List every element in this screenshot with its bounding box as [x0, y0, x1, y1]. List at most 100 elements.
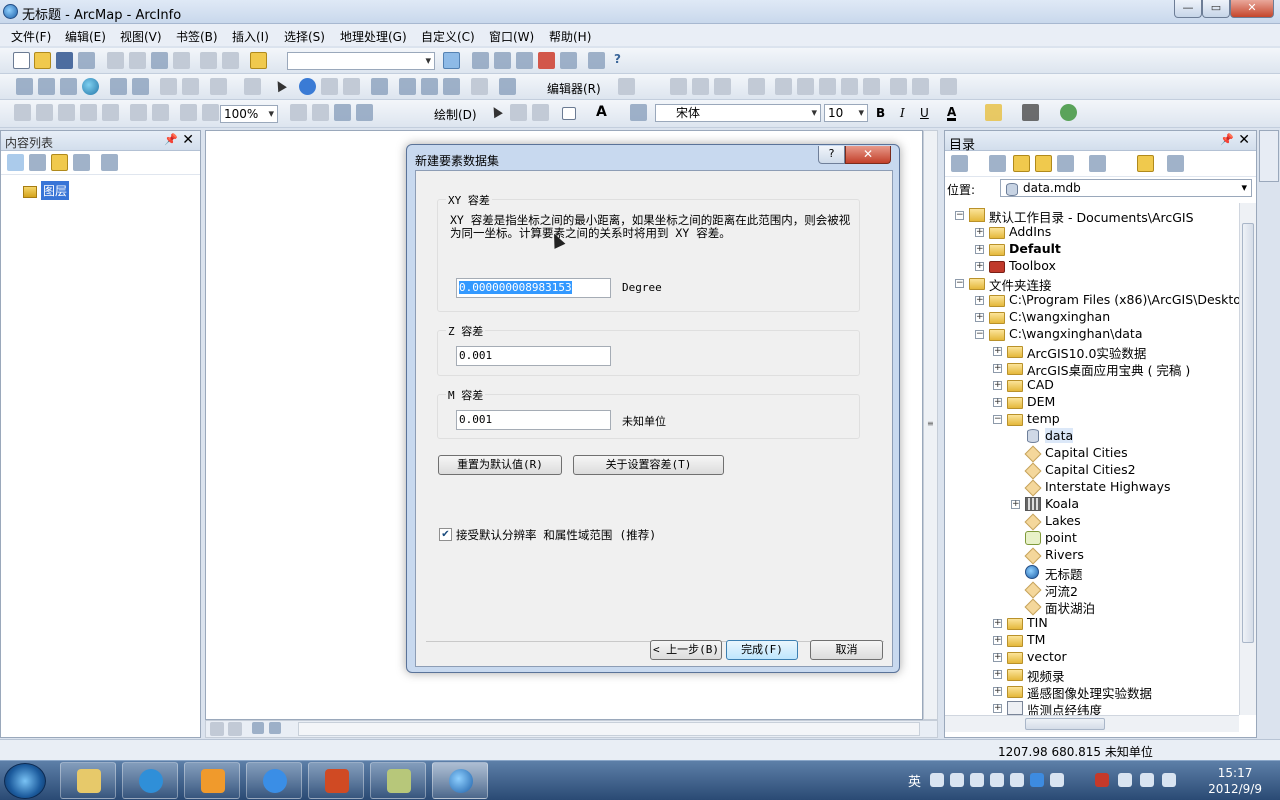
catalog-hscroll-thumb[interactable] — [1025, 718, 1105, 730]
punctuation-icon[interactable] — [950, 773, 964, 787]
select-features-icon[interactable] — [210, 78, 227, 95]
toggle-draft-mode-icon[interactable] — [290, 104, 307, 121]
fixed-zoom-out-layout-icon[interactable] — [152, 104, 169, 121]
back-button[interactable]: < 上一步(B) — [650, 640, 722, 660]
previous-extent-icon[interactable] — [180, 104, 197, 121]
map-scale-combo[interactable] — [287, 52, 435, 70]
cancel-button[interactable]: 取消 — [810, 640, 883, 660]
back-icon[interactable] — [951, 155, 968, 172]
straight-segment-icon[interactable] — [670, 78, 687, 95]
attributes-icon[interactable] — [890, 78, 907, 95]
whats-this-icon[interactable]: ? — [614, 52, 631, 69]
rectangle-icon[interactable] — [562, 107, 576, 120]
z-tolerance-input[interactable]: 0.001 — [456, 346, 611, 366]
expand-icon[interactable]: + — [1011, 500, 1020, 509]
paste-icon[interactable] — [151, 52, 168, 69]
expand-icon[interactable]: + — [975, 228, 984, 237]
modelbuilder-icon[interactable] — [588, 52, 605, 69]
find-icon[interactable] — [399, 78, 416, 95]
copy-icon[interactable] — [129, 52, 146, 69]
split-icon[interactable] — [841, 78, 858, 95]
expand-icon[interactable]: + — [993, 653, 1002, 662]
full-extent-icon[interactable] — [82, 78, 99, 95]
menu-help[interactable]: 帮助(H) — [549, 28, 591, 45]
catalog-horizontal-scrollbar[interactable] — [945, 715, 1239, 732]
select-elements-draw-icon[interactable] — [488, 104, 505, 121]
menu-windows[interactable]: 窗口(W) — [489, 28, 534, 45]
close-window-button[interactable]: ✕ — [1230, 0, 1274, 18]
hyperlink-icon[interactable] — [321, 78, 338, 95]
location-combo[interactable]: data.mdb — [1000, 179, 1252, 197]
taskbar-media[interactable] — [184, 762, 240, 799]
toggle-contents-icon[interactable] — [1167, 155, 1184, 172]
expand-icon[interactable]: + — [993, 670, 1002, 679]
taskbar-arcmap[interactable] — [432, 762, 488, 799]
settings-icon[interactable] — [1050, 773, 1064, 787]
moon-icon[interactable] — [930, 773, 944, 787]
map-horizontal-scrollbar[interactable] — [298, 722, 920, 736]
device-icon[interactable] — [1118, 773, 1132, 787]
expand-icon[interactable]: + — [975, 245, 984, 254]
font-size-combo[interactable]: 10 — [824, 104, 868, 122]
arctoolbox-icon[interactable] — [538, 52, 555, 69]
catalog-vscroll-thumb[interactable] — [1242, 223, 1254, 643]
fixed-zoom-out-icon[interactable] — [132, 78, 149, 95]
reset-defaults-button[interactable]: 重置为默认值(R) — [438, 455, 562, 475]
user-icon[interactable] — [990, 773, 1004, 787]
zoom-out-icon[interactable] — [38, 78, 55, 95]
finish-button[interactable]: 完成(F) — [726, 640, 798, 660]
zoom-percent-combo[interactable]: 100% — [220, 105, 278, 123]
toc-pin-icon[interactable]: 📌 — [164, 133, 178, 146]
input-language[interactable]: 英 — [908, 771, 921, 790]
pan-icon[interactable] — [60, 78, 77, 95]
menu-insert[interactable]: 插入(I) — [232, 28, 269, 45]
expand-icon[interactable]: + — [993, 364, 1002, 373]
identify-icon[interactable] — [299, 78, 316, 95]
cut-polygons-icon[interactable] — [819, 78, 836, 95]
taskbar-powerpoint[interactable] — [308, 762, 364, 799]
start-button[interactable] — [4, 763, 46, 799]
undo-icon[interactable] — [200, 52, 217, 69]
menu-view[interactable]: 视图(V) — [120, 28, 162, 45]
add-data-icon[interactable] — [250, 52, 267, 69]
go-forward-icon[interactable] — [182, 78, 199, 95]
rotate-element-icon[interactable] — [510, 104, 527, 121]
select-elements-icon[interactable] — [272, 78, 289, 95]
pause-drawing-icon[interactable] — [269, 722, 281, 734]
go-back-icon[interactable] — [160, 78, 177, 95]
zoom-whole-page-icon[interactable] — [80, 104, 97, 121]
italic-button[interactable]: I — [900, 106, 905, 120]
new-document-icon[interactable] — [13, 52, 30, 69]
clear-selection-icon[interactable] — [244, 78, 261, 95]
accept-defaults-checkbox[interactable]: ✔ — [439, 528, 452, 541]
xy-tolerance-input[interactable]: 0.000000008983153 — [456, 278, 611, 298]
bold-button[interactable]: B — [876, 106, 885, 120]
text-tool-icon[interactable]: A — [596, 104, 607, 120]
rotate-icon[interactable] — [863, 78, 880, 95]
views-icon[interactable] — [1089, 155, 1106, 172]
trace-icon[interactable] — [714, 78, 731, 95]
fill-color-icon[interactable] — [985, 104, 1002, 121]
taskbar-explorer[interactable] — [60, 762, 116, 799]
network-icon[interactable] — [1140, 773, 1154, 787]
catalog-vertical-scrollbar[interactable] — [1239, 203, 1256, 715]
delete-icon[interactable] — [173, 52, 190, 69]
reshape-icon[interactable] — [797, 78, 814, 95]
zoom-in-icon[interactable] — [16, 78, 33, 95]
html-popup-icon[interactable] — [343, 78, 360, 95]
expand-icon[interactable]: + — [993, 619, 1002, 628]
next-extent-icon[interactable] — [202, 104, 219, 121]
layout-zoom-out-icon[interactable] — [36, 104, 53, 121]
m-tolerance-input[interactable]: 0.001 — [456, 410, 611, 430]
point-icon[interactable] — [748, 78, 765, 95]
marker-color-icon[interactable] — [1060, 104, 1077, 121]
redo-icon[interactable] — [222, 52, 239, 69]
menu-file[interactable]: 文件(F) — [11, 28, 51, 45]
drawing-menu[interactable]: 绘制(D) — [434, 106, 477, 123]
font-color-button[interactable]: A — [947, 106, 957, 121]
new-folder-icon[interactable] — [1137, 155, 1154, 172]
layout-view-icon[interactable] — [228, 722, 242, 736]
time-slider-icon[interactable] — [471, 78, 488, 95]
zoom-to-elements-icon[interactable] — [532, 104, 549, 121]
focus-data-frame-icon[interactable] — [312, 104, 329, 121]
